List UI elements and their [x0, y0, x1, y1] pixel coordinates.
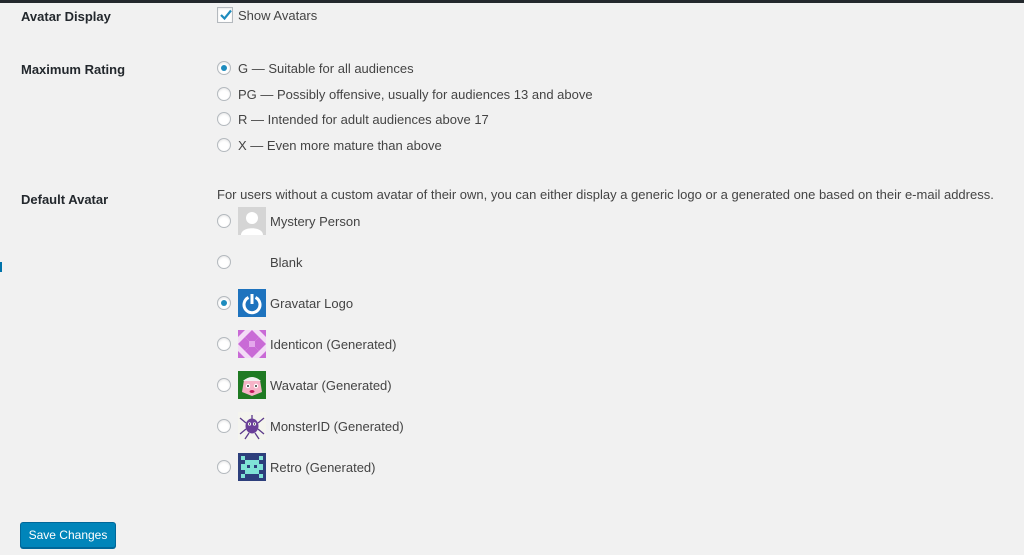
retro-icon [238, 453, 266, 481]
gravatar-label: Gravatar Logo [270, 295, 354, 311]
identicon-label: Identicon (Generated) [270, 336, 397, 352]
mystery-person-icon [238, 207, 266, 235]
rating-r-radio[interactable] [217, 112, 231, 126]
mystery-label: Mystery Person [270, 213, 361, 229]
mystery-radio[interactable] [217, 214, 231, 228]
avatar-option-retro[interactable]: Retro (Generated) [217, 453, 376, 481]
monsterid-label: MonsterID (Generated) [270, 418, 404, 434]
blank-icon [238, 248, 266, 276]
wavatar-radio[interactable] [217, 378, 231, 392]
blank-radio[interactable] [217, 255, 231, 269]
wavatar-icon [238, 371, 266, 399]
default-avatar-label: Default Avatar [21, 192, 109, 207]
avatar-display-label: Avatar Display [21, 9, 111, 24]
rating-option-r[interactable]: R — Intended for adult audiences above 1… [217, 109, 489, 129]
rating-option-pg[interactable]: PG — Possibly offensive, usually for aud… [217, 84, 593, 104]
rating-pg-label: PG — Possibly offensive, usually for aud… [238, 86, 593, 102]
gravatar-radio[interactable] [217, 296, 231, 310]
radio-selected-dot [221, 300, 227, 306]
rating-r-label: R — Intended for adult audiences above 1… [238, 111, 489, 127]
rating-x-label: X — Even more mature than above [238, 137, 442, 153]
avatar-option-mystery[interactable]: Mystery Person [217, 207, 360, 235]
rating-option-g[interactable]: G — Suitable for all audiences [217, 58, 414, 78]
checkmark-icon [220, 9, 232, 21]
retro-label: Retro (Generated) [270, 459, 376, 475]
show-avatars-option[interactable]: Show Avatars [217, 5, 317, 25]
identicon-icon [238, 330, 266, 358]
left-edge-marker [0, 262, 2, 272]
blank-label: Blank [270, 254, 303, 270]
avatar-option-wavatar[interactable]: Wavatar (Generated) [217, 371, 392, 399]
wavatar-label: Wavatar (Generated) [270, 377, 392, 393]
avatar-option-gravatar[interactable]: Gravatar Logo [217, 289, 353, 317]
show-avatars-label: Show Avatars [238, 7, 318, 23]
radio-selected-dot [221, 65, 227, 71]
default-avatar-description: For users without a custom avatar of the… [217, 187, 994, 202]
identicon-radio[interactable] [217, 337, 231, 351]
avatar-option-blank[interactable]: Blank [217, 248, 303, 276]
monsterid-icon [238, 412, 266, 440]
rating-pg-radio[interactable] [217, 87, 231, 101]
rating-option-x[interactable]: X — Even more mature than above [217, 135, 442, 155]
maximum-rating-label: Maximum Rating [21, 62, 126, 77]
gravatar-logo-icon [238, 289, 266, 317]
retro-radio[interactable] [217, 460, 231, 474]
save-changes-button[interactable]: Save Changes [20, 522, 116, 548]
rating-g-label: G — Suitable for all audiences [238, 60, 414, 76]
avatar-option-identicon[interactable]: Identicon (Generated) [217, 330, 396, 358]
monsterid-radio[interactable] [217, 419, 231, 433]
top-edge-bar [0, 0, 1024, 3]
show-avatars-checkbox[interactable] [217, 7, 233, 23]
rating-x-radio[interactable] [217, 138, 231, 152]
avatar-option-monsterid[interactable]: MonsterID (Generated) [217, 412, 404, 440]
rating-g-radio[interactable] [217, 61, 231, 75]
